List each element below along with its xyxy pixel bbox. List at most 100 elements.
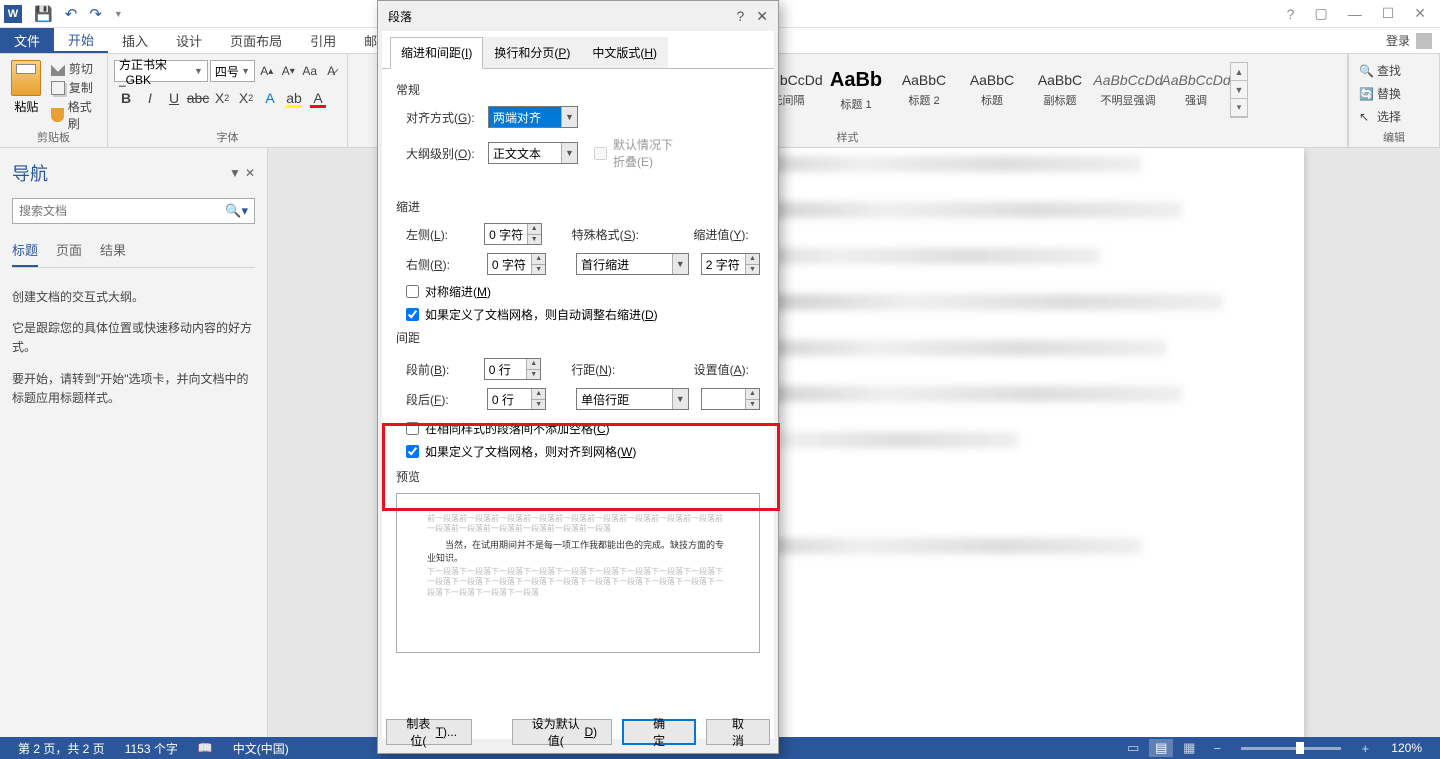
font-color-button[interactable]: A [306,86,330,110]
scroll-down-icon[interactable]: ▼ [1231,81,1247,99]
zoom-in-icon[interactable]: + [1353,739,1377,757]
scroll-up-icon[interactable]: ▲ [1231,63,1247,81]
tab-file[interactable]: 文件 [0,28,54,53]
zoom-level[interactable]: 120% [1381,741,1432,755]
nav-search-input[interactable] [19,204,225,218]
spin-down-icon[interactable]: ▼ [527,370,540,380]
redo-icon[interactable]: ↷ [83,5,108,23]
nav-close-icon[interactable]: ✕ [245,166,255,180]
tab-home[interactable]: 开始 [54,28,108,53]
bold-button[interactable]: B [114,86,138,110]
zoom-slider[interactable] [1241,747,1341,750]
web-layout-icon[interactable]: ▦ [1177,739,1201,757]
tab-line-page[interactable]: 换行和分页(P) [483,37,581,68]
special-format-select[interactable]: 首行缩进 ▼ [576,253,689,275]
dialog-help-icon[interactable]: ? [736,8,744,25]
no-space-check[interactable]: 在相同样式的段落间不添加空格(C) [396,420,760,437]
left-indent-spinner[interactable]: 0 字符▲▼ [484,223,542,245]
maximize-icon[interactable]: ☐ [1372,5,1405,22]
language-status[interactable]: 中文(中国) [223,740,299,757]
subscript-button[interactable]: X2 [210,86,234,110]
read-mode-icon[interactable]: ▭ [1121,739,1145,757]
tab-chinese[interactable]: 中文版式(H) [581,37,668,68]
style-item[interactable]: AaBbCcDd强调 [1162,61,1230,119]
minimize-icon[interactable]: — [1338,6,1372,22]
nav-search[interactable]: 🔍▾ [12,198,255,224]
nav-dropdown-icon[interactable]: ▼ [229,166,241,180]
auto-adjust-check[interactable]: 如果定义了文档网格，则自动调整右缩进(D) [396,306,760,323]
spin-up-icon[interactable]: ▲ [746,254,759,265]
help-icon[interactable]: ? [1277,6,1305,22]
font-name-combo[interactable]: 方正书宋_GBK▼ [114,60,208,82]
copy-button[interactable]: 复制 [51,79,101,96]
alignment-select[interactable]: 两端对齐 ▼ [488,106,578,128]
spin-up-icon[interactable]: ▲ [746,389,759,400]
undo-icon[interactable]: ↶ [59,5,84,23]
style-item[interactable]: AaBbC标题 2 [890,61,958,119]
strikethrough-button[interactable]: abc [186,86,210,110]
word-count[interactable]: 1153 个字 [115,740,188,757]
nav-tab-pages[interactable]: 页面 [56,240,82,267]
style-item[interactable]: AaBbC副标题 [1026,61,1094,119]
grow-font-button[interactable]: A▴ [257,60,277,82]
spin-up-icon[interactable]: ▲ [532,389,545,400]
expand-icon[interactable]: ▾ [1231,99,1247,117]
spin-down-icon[interactable]: ▼ [746,400,759,410]
outline-select[interactable]: 正文文本 ▼ [488,142,578,164]
set-default-button[interactable]: 设为默认值(D) [512,719,612,745]
spin-down-icon[interactable]: ▼ [532,400,545,410]
highlight-button[interactable]: ab [282,86,306,110]
spin-up-icon[interactable]: ▲ [532,254,545,265]
styles-expand[interactable]: ▲▼▾ [1230,62,1248,118]
line-spacing-select[interactable]: 单倍行距 ▼ [576,388,689,410]
nav-tab-headings[interactable]: 标题 [12,240,38,267]
slider-thumb[interactable] [1296,742,1304,754]
spin-down-icon[interactable]: ▼ [532,265,545,275]
print-layout-icon[interactable]: ▤ [1149,739,1173,757]
underline-button[interactable]: U [162,86,186,110]
page-status[interactable]: 第 2 页，共 2 页 [8,740,115,757]
clear-format-button[interactable]: A̷ [321,60,341,82]
spin-up-icon[interactable]: ▲ [527,359,540,370]
close-icon[interactable]: ✕ [1404,5,1436,22]
style-item[interactable]: AaBbC标题 [958,61,1026,119]
ok-button[interactable]: 确定 [622,719,696,745]
superscript-button[interactable]: X2 [234,86,258,110]
space-before-spinner[interactable]: 0 行▲▼ [484,358,541,380]
tab-references[interactable]: 引用 [296,28,350,53]
tab-indent-spacing[interactable]: 缩进和间距(I) [390,37,483,69]
login-area[interactable]: 登录 [1378,28,1440,53]
find-button[interactable]: 🔍查找 [1355,60,1433,81]
proofing-icon[interactable]: 📖 [188,741,223,755]
search-icon[interactable]: 🔍▾ [225,203,248,219]
space-after-spinner[interactable]: 0 行▲▼ [487,388,546,410]
snap-grid-check[interactable]: 如果定义了文档网格，则对齐到网格(W) [396,443,760,460]
mirror-indent-check[interactable]: 对称缩进(M) [396,283,760,300]
tab-design[interactable]: 设计 [162,28,216,53]
zoom-out-icon[interactable]: − [1205,739,1229,757]
spin-up-icon[interactable]: ▲ [528,224,541,235]
font-size-combo[interactable]: 四号▼ [210,60,255,82]
nav-tab-results[interactable]: 结果 [100,240,126,267]
style-item[interactable]: AaBbCcDd不明显强调 [1094,61,1162,119]
shrink-font-button[interactable]: A▾ [278,60,298,82]
change-case-button[interactable]: Aa [300,60,320,82]
indent-by-spinner[interactable]: 2 字符▲▼ [701,253,760,275]
select-button[interactable]: ↖选择 [1355,106,1433,127]
style-item[interactable]: AaBb标题 1 [822,61,890,119]
right-indent-spinner[interactable]: 0 字符▲▼ [487,253,546,275]
paste-button[interactable]: 粘贴 [6,56,47,124]
tab-layout[interactable]: 页面布局 [216,28,296,53]
replace-button[interactable]: 🔄替换 [1355,83,1433,104]
cancel-button[interactable]: 取消 [706,719,770,745]
save-icon[interactable]: 💾 [28,5,59,23]
italic-button[interactable]: I [138,86,162,110]
spin-down-icon[interactable]: ▼ [528,235,541,245]
set-at-spinner[interactable]: ▲▼ [701,388,760,410]
qat-customize-icon[interactable]: ▼ [108,9,129,19]
cut-button[interactable]: 剪切 [51,60,101,77]
spin-down-icon[interactable]: ▼ [746,265,759,275]
tabs-button[interactable]: 制表位(T)... [386,719,472,745]
tab-insert[interactable]: 插入 [108,28,162,53]
text-effects-button[interactable]: A [258,86,282,110]
